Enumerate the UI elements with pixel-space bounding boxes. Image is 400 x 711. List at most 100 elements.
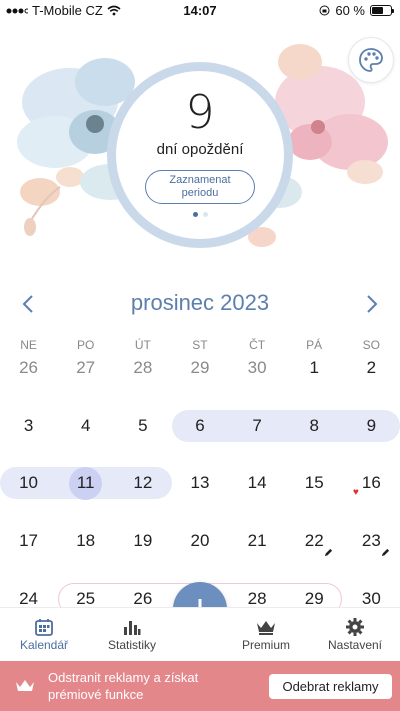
calendar-day[interactable]: 14: [229, 460, 286, 506]
record-period-line1: Zaznamenat: [169, 174, 231, 186]
tab-settings[interactable]: Nastavení: [315, 616, 395, 652]
page-dots: [116, 212, 284, 217]
calendar-day[interactable]: 16 ♥: [343, 460, 400, 506]
calendar-grid: 26 27 28 29 30 1 2 3 4 5 6 7 8 9 10 11 12 13 14 15 16 ♥ 17 18 19…: [0, 355, 400, 674]
day-number: 14: [247, 473, 267, 493]
day-number: 2: [366, 358, 377, 377]
day-number: 22: [304, 531, 324, 550]
crown-icon: [226, 616, 306, 638]
calendar-day[interactable]: 17: [0, 518, 57, 564]
calendar-icon: [4, 616, 84, 638]
day-number: 20: [190, 531, 210, 550]
calendar-day[interactable]: 2: [343, 345, 400, 391]
day-number: 15: [304, 473, 324, 493]
tab-settings-label: Nastavení: [327, 638, 383, 652]
calendar-day[interactable]: 8: [286, 403, 343, 449]
delay-label: dní opoždění: [156, 141, 244, 158]
month-header: prosinec 2023: [0, 290, 400, 320]
stats-icon: [92, 616, 172, 638]
calendar-day[interactable]: 18: [57, 518, 114, 564]
day-number: 29: [190, 358, 210, 377]
note-pencil-icon: [381, 548, 389, 557]
rotation-lock-icon: [319, 5, 330, 16]
day-number: 1: [309, 358, 319, 377]
battery-percent: 60 %: [335, 3, 365, 18]
calendar-day[interactable]: 11: [57, 460, 114, 506]
tab-premium-label: Premium: [241, 638, 290, 652]
day-number: 6: [195, 415, 205, 435]
page-dot-active[interactable]: [192, 212, 198, 217]
calendar-day[interactable]: 28: [114, 345, 171, 391]
tab-premium[interactable]: Premium: [226, 616, 306, 652]
tab-bar: Kalendář Statistiky Premium Nastavení: [0, 607, 400, 661]
day-number: 19: [133, 531, 153, 550]
record-period-line2: periodu: [181, 187, 219, 199]
day-number: 28: [247, 588, 267, 608]
delay-ring: 9 dní opoždění Zaznamenat periodu: [107, 62, 293, 248]
day-number: 30: [361, 588, 381, 608]
chevron-right-icon: [367, 295, 378, 313]
day-number: 16: [361, 473, 381, 493]
day-number: 4: [80, 415, 91, 435]
day-number: 13: [190, 473, 210, 493]
palette-icon: [359, 48, 383, 72]
day-number: 18: [76, 531, 96, 550]
calendar-day[interactable]: 13: [171, 460, 228, 506]
month-title: prosinec 2023: [130, 290, 270, 315]
crown-icon: [16, 680, 34, 691]
calendar-day[interactable]: 9: [343, 403, 400, 449]
calendar-day[interactable]: 4: [57, 403, 114, 449]
day-number: 28: [133, 358, 153, 377]
calendar-day[interactable]: 20: [171, 518, 228, 564]
tab-statistics[interactable]: Statistiky: [92, 616, 172, 652]
battery-icon: [370, 5, 394, 16]
status-bar: T-Mobile CZ 14:07 60 %: [0, 0, 400, 22]
calendar-day[interactable]: 7: [229, 403, 286, 449]
day-number: 26: [133, 588, 153, 608]
calendar-day[interactable]: 1: [286, 345, 343, 391]
calendar-day[interactable]: 3: [0, 403, 57, 449]
day-number: 10: [19, 473, 39, 493]
tab-statistics-label: Statistiky: [107, 638, 156, 652]
calendar-day[interactable]: 29: [171, 345, 228, 391]
calendar-day[interactable]: 30: [229, 345, 286, 391]
day-number: 30: [247, 358, 267, 377]
theme-button[interactable]: [348, 37, 394, 83]
calendar-day[interactable]: 10: [0, 460, 57, 506]
day-number: 3: [23, 415, 34, 435]
tab-calendar[interactable]: Kalendář: [4, 616, 84, 652]
day-number: 17: [19, 531, 39, 550]
day-number: 25: [76, 588, 96, 608]
calendar-day[interactable]: 21: [229, 518, 286, 564]
day-number: 8: [309, 415, 319, 435]
promo-text: Odstranit reklamy a získat prémiové funk…: [48, 670, 199, 702]
hero: 9 dní opoždění Zaznamenat periodu: [0, 22, 400, 262]
heart-icon: ♥: [352, 487, 359, 499]
battery-fill: [372, 7, 383, 14]
status-right: 60 %: [319, 3, 394, 18]
calendar-day[interactable]: 23: [343, 518, 400, 564]
day-number: 12: [133, 473, 153, 493]
day-number: 24: [19, 588, 39, 608]
day-number: 27: [76, 358, 96, 377]
gear-icon: [315, 616, 395, 638]
calendar-day[interactable]: 26: [0, 345, 57, 391]
remove-ads-button[interactable]: Odebrat reklamy: [269, 674, 392, 699]
day-number: 29: [304, 588, 324, 608]
next-month-button[interactable]: [359, 292, 383, 316]
delay-days: 9: [185, 85, 215, 139]
day-number: 11: [76, 473, 95, 493]
promo-banner: Odstranit reklamy a získat prémiové funk…: [0, 661, 400, 711]
day-number: 23: [361, 531, 381, 550]
page-dot[interactable]: [202, 212, 208, 217]
calendar-day[interactable]: 27: [57, 345, 114, 391]
calendar-day[interactable]: 6: [171, 403, 228, 449]
calendar-day[interactable]: 12: [114, 460, 171, 506]
calendar-day[interactable]: 22: [286, 518, 343, 564]
calendar-day[interactable]: 19: [114, 518, 171, 564]
record-period-button[interactable]: Zaznamenat periodu: [145, 170, 255, 204]
day-number: 9: [366, 415, 377, 435]
calendar-day[interactable]: 5: [114, 403, 171, 449]
note-pencil-icon: [324, 548, 332, 557]
calendar-day[interactable]: 15: [286, 460, 343, 506]
